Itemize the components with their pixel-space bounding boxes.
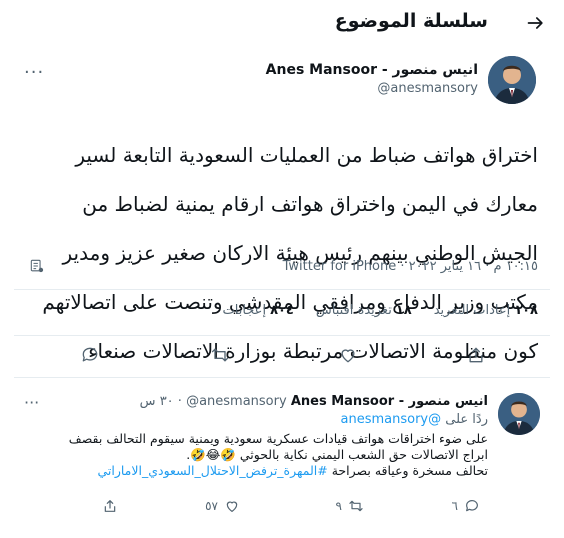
back-arrow-icon[interactable] <box>526 13 546 33</box>
replying-to-prefix: ردًا على <box>445 412 488 427</box>
avatar[interactable] <box>498 393 540 435</box>
reply-action-retweet[interactable]: ٩ <box>336 498 364 514</box>
avatar[interactable] <box>488 56 536 104</box>
quotes-label: تغريدة اقتباس <box>315 303 392 318</box>
more-options-icon[interactable]: ··· <box>24 393 39 412</box>
tweet-time[interactable]: ١٠:١٥ م · ١٦ يناير ٢٠٢٢ · <box>400 259 538 274</box>
reply-count: ٦ <box>451 499 458 513</box>
thread-page: سلسلة الموضوع انيس منصور - Anes Mansoor … <box>0 0 564 538</box>
reply-author-handle[interactable]: @anesmansory <box>186 394 287 409</box>
retweets-count: ١٠٨ <box>514 303 538 318</box>
translate-icon[interactable] <box>30 258 44 273</box>
retweets-stat[interactable]: ١٠٨إعادات التغريد <box>434 303 538 318</box>
tweet-meta: ١٠:١٥ م · ١٦ يناير ٢٠٢٢ · Twitter for iP… <box>283 259 538 274</box>
reply-text-line: على ضوء اختراقات هواتف قيادات عسكرية سعو… <box>68 431 488 446</box>
page-title: سلسلة الموضوع <box>334 10 488 32</box>
retweet-icon[interactable] <box>210 345 230 365</box>
tweet-actions <box>0 345 564 369</box>
reply-text-line: ابراج الاتصالات حق الشعب اليمني نكاية با… <box>186 447 488 462</box>
more-options-icon[interactable]: ··· <box>24 62 44 83</box>
reply-time[interactable]: · ٣٠ س <box>140 394 182 409</box>
tweet-text-line: معارك في اليمن واختراق هواتف ارقام يمنية… <box>82 191 538 216</box>
tweet-source[interactable]: Twitter for iPhone <box>283 259 397 274</box>
reply-author-line: انيس منصور - Anes Mansoor @anesmansory ·… <box>140 394 488 409</box>
reply-author-name[interactable]: انيس منصور - Anes Mansoor <box>291 394 488 409</box>
divider <box>14 377 550 378</box>
likes-count: ٨٠٤ <box>270 303 294 318</box>
reply-text: على ضوء اختراقات هواتف قيادات عسكرية سعو… <box>18 431 488 479</box>
retweet-icon <box>349 500 363 512</box>
share-icon[interactable] <box>466 345 486 365</box>
share-icon <box>104 500 116 512</box>
like-count: ٥٧ <box>205 499 218 513</box>
reply-icon <box>466 500 478 512</box>
likes-label: إعجابات <box>222 303 267 318</box>
quotes-stat[interactable]: ١٨تغريدة اقتباس <box>316 303 412 318</box>
retweet-count: ٩ <box>335 499 342 513</box>
reply-action-share[interactable] <box>102 498 118 514</box>
divider <box>14 289 550 290</box>
reply-action-like[interactable]: ٥٧ <box>205 498 240 514</box>
tweet-text-line: اختراق هواتف ضباط من العمليات السعودية ا… <box>75 142 538 167</box>
like-icon[interactable] <box>338 345 358 365</box>
reply-icon[interactable] <box>80 345 100 365</box>
replying-to: ردًا على @anesmansory <box>341 412 488 427</box>
hashtag-link[interactable]: #المهرة_ترفض_الاحتلال_السعودي_الاماراتي <box>97 463 327 478</box>
reply-text-line: تحالف مسخرة وعياقه بصراحة #المهرة_ترفض_ا… <box>18 463 488 479</box>
divider <box>14 335 550 336</box>
quotes-count: ١٨ <box>395 303 412 318</box>
likes-stat[interactable]: ٨٠٤إعجابات <box>223 303 294 318</box>
header: سلسلة الموضوع <box>0 0 564 46</box>
replying-to-handle[interactable]: @anesmansory <box>341 412 442 427</box>
reply-text-segment: تحالف مسخرة وعياقه بصراحة <box>331 463 488 478</box>
like-icon <box>226 501 238 512</box>
author-name[interactable]: انيس منصور - Anes Mansoor <box>266 62 478 78</box>
author-handle[interactable]: @anesmansory <box>377 81 478 96</box>
tweet-stats: ١٠٨إعادات التغريد ١٨تغريدة اقتباس ٨٠٤إعج… <box>223 303 538 318</box>
reply-action-reply[interactable]: ٦ <box>452 498 480 514</box>
retweets-label: إعادات التغريد <box>433 303 511 318</box>
reply-actions: ٦ ٩ ٥٧ <box>0 498 564 518</box>
